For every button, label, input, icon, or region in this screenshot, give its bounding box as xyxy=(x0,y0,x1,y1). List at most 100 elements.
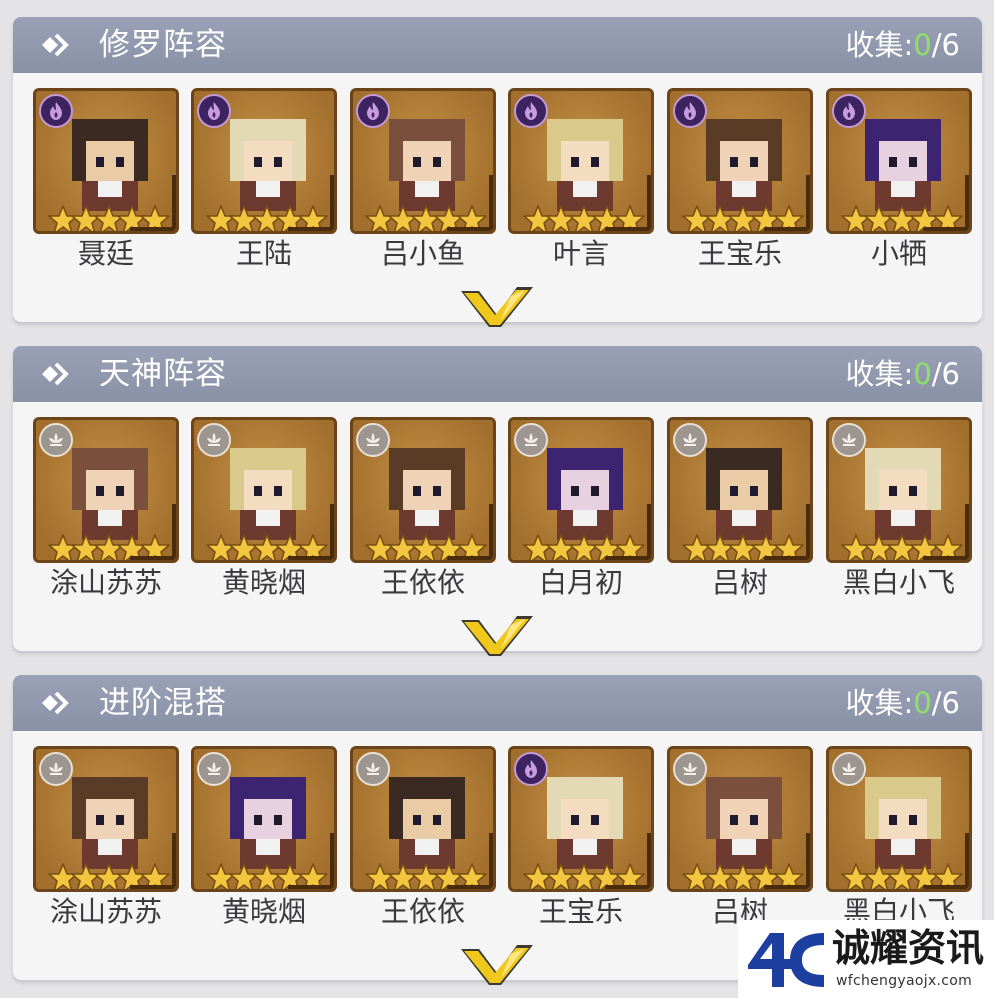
flame-badge xyxy=(39,94,73,128)
chevron-down-icon[interactable] xyxy=(459,285,535,329)
star-icon xyxy=(140,863,170,889)
character-portrait xyxy=(389,448,465,540)
lotus-badge xyxy=(356,752,390,786)
star-icon xyxy=(592,534,622,560)
character-card[interactable] xyxy=(191,417,337,563)
character-card[interactable] xyxy=(667,746,813,892)
character-item[interactable]: 涂山苏苏 xyxy=(33,417,181,599)
character-item[interactable]: 王宝乐 xyxy=(508,746,656,928)
star-icon xyxy=(298,205,328,231)
star-rating xyxy=(365,534,490,560)
star-rating xyxy=(365,863,490,889)
lotus-badge xyxy=(832,423,866,457)
star-icon xyxy=(140,534,170,560)
character-name: 王宝乐 xyxy=(538,895,623,928)
character-item[interactable]: 白月初 xyxy=(508,417,656,599)
star-rating xyxy=(523,205,648,231)
character-card[interactable] xyxy=(826,746,972,892)
star-icon xyxy=(910,534,940,560)
character-name: 王陆 xyxy=(235,237,292,270)
character-name: 聂廷 xyxy=(77,237,134,270)
lotus-icon xyxy=(49,762,63,775)
character-card[interactable] xyxy=(667,417,813,563)
flame-icon xyxy=(208,102,220,120)
star-icon xyxy=(933,205,963,231)
character-item[interactable]: 黑白小飞 xyxy=(826,746,974,928)
star-rating xyxy=(523,863,648,889)
star-icon xyxy=(275,863,305,889)
character-name: 王宝乐 xyxy=(697,237,782,270)
star-icon xyxy=(751,205,781,231)
character-name: 涂山苏苏 xyxy=(49,566,162,599)
character-portrait xyxy=(389,119,465,211)
collect-label: 收集: xyxy=(845,357,914,391)
character-card[interactable] xyxy=(33,88,179,234)
character-item[interactable]: 叶言 xyxy=(508,88,656,270)
chevron-down-icon[interactable] xyxy=(459,943,535,987)
lotus-badge xyxy=(673,423,707,457)
watermark-url: wfchengyaojx.com xyxy=(836,973,973,989)
character-item[interactable]: 王陆 xyxy=(191,88,339,270)
star-icon xyxy=(298,863,328,889)
character-item[interactable]: 黄晓烟 xyxy=(191,746,339,928)
collect-counter: 收集:0/6 xyxy=(846,25,960,65)
character-card[interactable] xyxy=(350,417,496,563)
star-icon xyxy=(774,205,804,231)
character-item[interactable]: 吕树 xyxy=(667,746,815,928)
lotus-icon xyxy=(842,762,856,775)
panel-title: 天神阵容 xyxy=(99,356,227,392)
star-icon xyxy=(615,863,645,889)
character-item[interactable]: 王依依 xyxy=(350,417,498,599)
character-item[interactable]: 聂廷 xyxy=(33,88,181,270)
character-name: 王依依 xyxy=(380,566,465,599)
star-icon xyxy=(457,863,487,889)
lotus-badge xyxy=(197,423,231,457)
star-icon xyxy=(457,534,487,560)
character-item[interactable]: 吕小鱼 xyxy=(350,88,498,270)
character-card[interactable] xyxy=(350,746,496,892)
character-card[interactable] xyxy=(350,88,496,234)
flame-icon xyxy=(367,102,379,120)
panel-header: 修罗阵容 收集:0/6 xyxy=(13,17,982,73)
flame-icon xyxy=(525,760,537,778)
collect-counter: 收集:0/6 xyxy=(846,683,960,723)
star-rating xyxy=(48,863,173,889)
flame-badge xyxy=(514,752,548,786)
character-card[interactable] xyxy=(191,746,337,892)
lotus-badge xyxy=(356,423,390,457)
flame-badge xyxy=(673,94,707,128)
collect-count: 0 xyxy=(913,686,932,720)
character-list: 聂廷 王陆 吕小鱼 叶言 王宝乐 小牺 xyxy=(33,88,983,270)
character-portrait xyxy=(547,777,623,869)
character-item[interactable]: 王依依 xyxy=(350,746,498,928)
character-item[interactable]: 黄晓烟 xyxy=(191,417,339,599)
collect-total: /6 xyxy=(931,686,960,720)
character-card[interactable] xyxy=(33,746,179,892)
character-name: 黑白小飞 xyxy=(842,566,955,599)
character-item[interactable]: 小牺 xyxy=(826,88,974,270)
character-card[interactable] xyxy=(508,746,654,892)
collect-total: /6 xyxy=(931,357,960,391)
character-item[interactable]: 黑白小飞 xyxy=(826,417,974,599)
star-icon xyxy=(933,534,963,560)
character-item[interactable]: 吕树 xyxy=(667,417,815,599)
star-icon xyxy=(592,863,622,889)
character-card[interactable] xyxy=(508,417,654,563)
star-rating xyxy=(365,205,490,231)
watermark: 诚耀资讯 wfchengyaojx.com xyxy=(738,920,994,998)
character-portrait xyxy=(230,119,306,211)
character-card[interactable] xyxy=(826,417,972,563)
character-item[interactable]: 涂山苏苏 xyxy=(33,746,181,928)
character-item[interactable]: 王宝乐 xyxy=(667,88,815,270)
character-card[interactable] xyxy=(826,88,972,234)
character-card[interactable] xyxy=(667,88,813,234)
chevron-down-icon[interactable] xyxy=(459,614,535,658)
diamond-arrow-icon xyxy=(42,362,69,386)
star-rating xyxy=(206,863,331,889)
character-card[interactable] xyxy=(191,88,337,234)
flame-badge xyxy=(832,94,866,128)
star-icon xyxy=(751,863,781,889)
character-card[interactable] xyxy=(33,417,179,563)
character-card[interactable] xyxy=(508,88,654,234)
character-name: 黄晓烟 xyxy=(221,566,306,599)
